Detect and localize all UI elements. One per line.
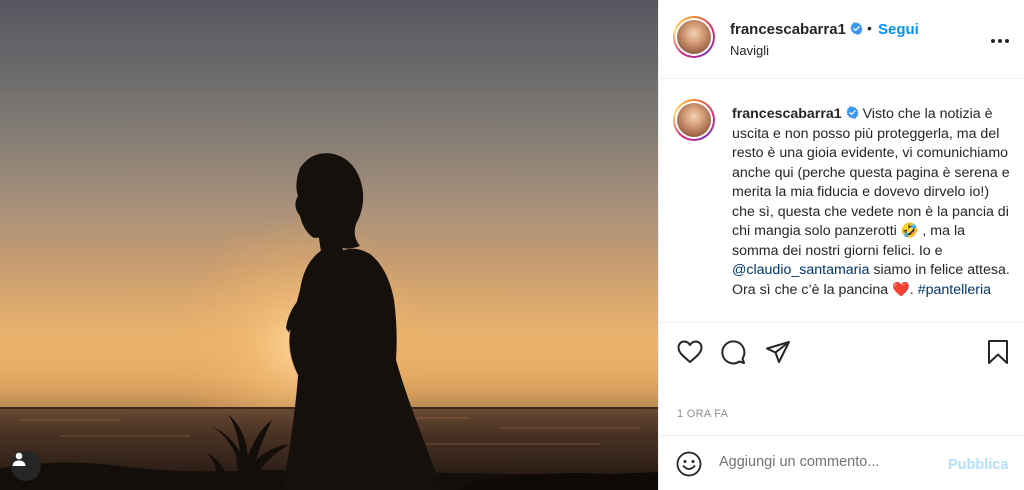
username-text: francescabarra1 [730,21,846,38]
heart-icon [677,340,703,363]
comment-button[interactable] [718,337,748,367]
location-link[interactable]: Navigli [730,43,769,58]
follow-button[interactable]: Segui [878,21,919,38]
username-link[interactable]: francescabarra1 [730,21,863,38]
post-comment-button[interactable]: Pubblica [948,457,1008,473]
separator-dot: • [867,20,872,36]
post-caption: francescabarra1 Visto che la notizia è u… [659,79,1024,323]
caption-username-link[interactable]: francescabarra1 [732,106,842,122]
tagged-users-button[interactable] [11,451,41,481]
caption-avatar[interactable] [673,99,715,141]
post-actions [659,323,1024,383]
avatar[interactable] [673,16,715,58]
hashtag-link[interactable]: #pantelleria [918,282,991,298]
share-button[interactable] [763,337,793,367]
post-photo[interactable] [0,0,658,490]
more-horizontal-icon[interactable] [989,30,1011,52]
caption-body-part-1: Visto che la notizia è uscita e non poss… [732,106,1010,239]
share-icon [766,341,790,363]
comment-icon [721,340,746,365]
profile-picture [677,103,711,137]
user-icon [12,452,26,466]
heart-emoji: ❤️ [892,281,910,298]
comment-input[interactable] [719,454,919,470]
like-button[interactable] [675,337,705,367]
profile-picture [677,20,711,54]
post-timestamp[interactable]: 1 ORA FA [677,408,728,420]
mention-link[interactable]: @claudio_santamaria [732,262,869,278]
smiley-icon[interactable] [676,451,702,477]
laughing-emoji: 🤣 [900,223,919,239]
post-header: francescabarra1 • Segui Navigli [659,0,1024,79]
sunset-silhouette-image [0,153,658,490]
save-button[interactable] [983,337,1013,367]
verified-badge-icon [846,106,859,119]
post-side-panel: francescabarra1 • Segui Navigli francesc… [658,0,1024,490]
verified-badge-icon [850,22,863,35]
caption-text: francescabarra1 Visto che la notizia è u… [732,105,1014,300]
bookmark-icon [988,340,1008,364]
caption-body-part-4: . [909,281,914,298]
comment-form: Pubblica [659,435,1024,490]
